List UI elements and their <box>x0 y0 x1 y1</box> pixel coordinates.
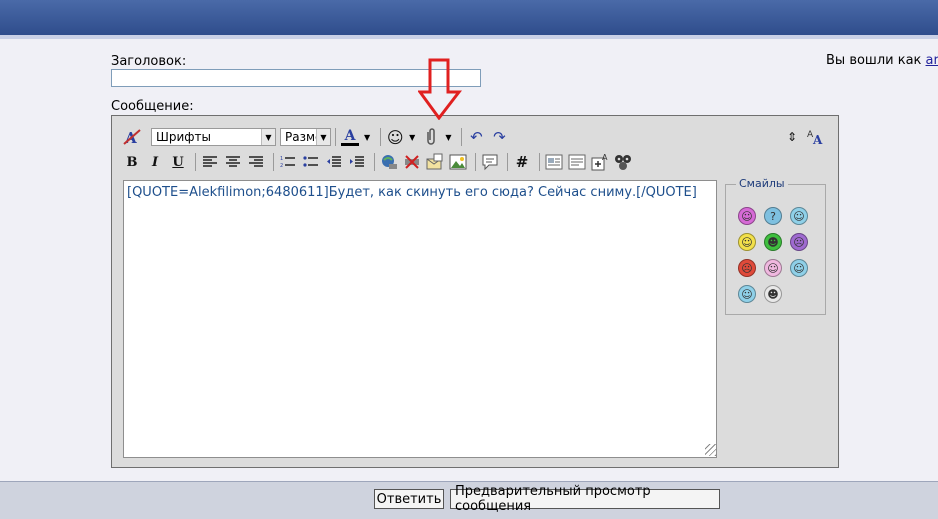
wrap-code-button[interactable]: # <box>512 152 532 172</box>
insert-quote-icon[interactable] <box>480 152 500 172</box>
preview-button[interactable]: Предварительный просмотр сообщения <box>450 484 720 514</box>
rolleyes-icon[interactable]: ☺ <box>790 259 808 277</box>
login-status: Вы вошли как arh <box>826 53 938 68</box>
username-link[interactable]: arh <box>926 53 938 68</box>
smiley-grid: ☺? ☺ ☺ ☻ ☹ ☹ ☺ ☺ ☺ ☻ <box>738 207 816 303</box>
redo-icon[interactable]: ↷ <box>489 127 509 147</box>
svg-text:2: 2 <box>280 163 283 169</box>
grin-icon[interactable]: ☻ <box>764 233 782 251</box>
toolbar-separator <box>461 128 463 146</box>
login-prefix: Вы вошли как <box>826 53 922 68</box>
title-label: Заголовок: <box>111 54 187 69</box>
message-editor: A Шрифты ▼ Разме ▼ A ▼ ☺ ▼ ▼ ↶ ↷ ⇕ AA B … <box>111 115 839 468</box>
toolbar-row-1: A Шрифты ▼ Разме ▼ A ▼ ☺ ▼ ▼ ↶ ↷ <box>122 126 512 148</box>
chevron-down-icon[interactable]: ▼ <box>445 133 451 142</box>
svg-text:A: A <box>812 133 823 146</box>
toolbar-separator <box>273 153 274 171</box>
wrap-php-icon[interactable] <box>567 152 587 172</box>
attachment-icon[interactable] <box>421 127 441 147</box>
insert-table-icon[interactable]: A <box>590 152 610 172</box>
insert-link-icon[interactable] <box>379 152 399 172</box>
align-left-icon[interactable] <box>200 152 220 172</box>
toolbar-row-2: B I U 12 # A <box>122 151 636 173</box>
chevron-down-icon: ▼ <box>261 129 275 145</box>
header-underline <box>0 35 938 39</box>
insert-image-icon[interactable] <box>448 152 468 172</box>
resize-handle-icon[interactable] <box>705 444 717 456</box>
reply-button[interactable]: Ответить <box>374 489 444 509</box>
angry-icon[interactable]: ☹ <box>738 259 756 277</box>
smiley-icon[interactable]: ☺ <box>385 127 405 147</box>
cool-icon[interactable]: ☺ <box>738 285 756 303</box>
confused-icon[interactable]: ? <box>764 207 782 225</box>
align-right-icon[interactable] <box>246 152 266 172</box>
toolbar-separator <box>374 153 375 171</box>
tongue-icon[interactable]: ☺ <box>764 259 782 277</box>
wink-icon[interactable]: ☺ <box>790 207 808 225</box>
resize-editor-icon[interactable]: ⇕ <box>782 127 802 147</box>
indent-icon[interactable] <box>347 152 367 172</box>
insert-email-icon[interactable] <box>425 152 445 172</box>
chevron-down-icon[interactable]: ▼ <box>409 133 415 142</box>
underline-button[interactable]: U <box>168 152 188 172</box>
chevron-down-icon[interactable]: ▼ <box>364 133 370 142</box>
wrap-html-icon[interactable] <box>544 152 564 172</box>
toolbar-separator <box>539 153 540 171</box>
remove-format-icon[interactable]: A <box>122 127 142 147</box>
ordered-list-icon[interactable]: 12 <box>278 152 298 172</box>
toolbar-separator <box>475 153 476 171</box>
toolbar-separator <box>195 153 196 171</box>
align-center-icon[interactable] <box>223 152 243 172</box>
eek-icon[interactable]: ☻ <box>764 285 782 303</box>
smileys-panel: Смайлы ☺? ☺ ☺ ☻ ☹ ☹ ☺ ☺ ☺ ☻ <box>725 177 826 315</box>
smile-icon[interactable]: ☺ <box>738 233 756 251</box>
chevron-down-icon: ▼ <box>316 129 330 145</box>
size-select[interactable]: Разме ▼ <box>280 128 331 146</box>
unordered-list-icon[interactable] <box>301 152 321 172</box>
toolbar-separator <box>507 153 508 171</box>
outdent-icon[interactable] <box>324 152 344 172</box>
font-select[interactable]: Шрифты ▼ <box>151 128 276 146</box>
font-select-value: Шрифты <box>156 130 211 144</box>
message-textarea[interactable]: [QUOTE=Alekfilimon;6480611]Будет, как ск… <box>123 180 717 458</box>
italic-button[interactable]: I <box>145 152 165 172</box>
switch-mode-icon[interactable]: AA <box>806 127 826 147</box>
svg-text:A: A <box>602 153 608 162</box>
bold-button[interactable]: B <box>122 152 142 172</box>
header-bar <box>0 0 938 37</box>
svg-text:1: 1 <box>280 156 283 162</box>
font-color-icon[interactable]: A <box>340 127 360 147</box>
sad-icon[interactable]: ☹ <box>790 233 808 251</box>
toolbar-separator <box>380 128 382 146</box>
remove-link-icon[interactable] <box>402 152 422 172</box>
smile-pink-icon[interactable]: ☺ <box>738 207 756 225</box>
undo-icon[interactable]: ↶ <box>466 127 486 147</box>
annotation-arrow-icon <box>418 58 462 120</box>
insert-video-icon[interactable] <box>613 152 633 172</box>
toolbar-separator <box>335 128 336 146</box>
message-label: Сообщение: <box>111 99 194 114</box>
smileys-title: Смайлы <box>736 177 788 190</box>
